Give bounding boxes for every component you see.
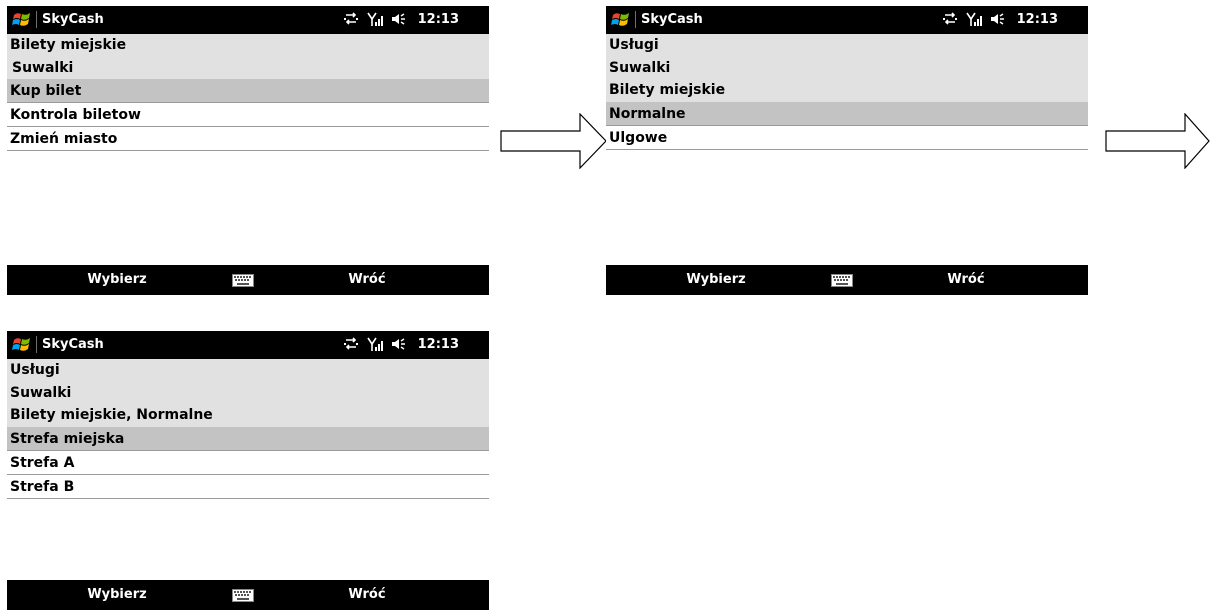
screen-1: SkyCash 12:13 Bilety miejskie Suwalki Ku…	[7, 6, 489, 152]
clock: 12:13	[417, 11, 459, 27]
screen-3: SkyCash 12:13 Usługi Suwalki Bilety miej…	[7, 331, 489, 499]
header-line: Bilety miejskie	[606, 79, 1088, 102]
signal-strength-icon	[366, 12, 383, 26]
softkey-right-button[interactable]: Wróć	[257, 272, 477, 287]
header-line: Suwalki	[606, 56, 1088, 80]
title-separator	[635, 11, 636, 28]
header-line: Suwalki	[7, 56, 489, 80]
clock: 12:13	[417, 336, 459, 352]
windows-flag-icon[interactable]	[611, 10, 631, 30]
header-line: Usługi	[7, 359, 489, 382]
menu-item[interactable]: Zmień miasto	[7, 127, 489, 152]
menu-item[interactable]: Strefa A	[7, 450, 489, 475]
sync-arrows-icon	[942, 12, 957, 25]
app-title: SkyCash	[42, 12, 104, 27]
title-bar: SkyCash 12:13	[7, 6, 489, 34]
keyboard-icon[interactable]	[831, 274, 853, 287]
keyboard-icon[interactable]	[232, 589, 254, 602]
title-separator	[36, 11, 37, 28]
windows-flag-icon[interactable]	[12, 10, 32, 30]
menu-item-selected[interactable]: Normalne	[606, 101, 1088, 126]
windows-flag-icon[interactable]	[12, 335, 32, 355]
status-icons[interactable]: 12:13	[343, 11, 459, 27]
softkey-bar: Wybierz Wróć	[606, 265, 1088, 295]
sync-arrows-icon	[343, 12, 358, 25]
softkey-right-button[interactable]: Wróć	[257, 587, 477, 602]
title-bar: SkyCash 12:13	[7, 331, 489, 359]
menu-item[interactable]: Ulgowe	[606, 125, 1088, 150]
status-icons[interactable]: 12:13	[343, 336, 459, 352]
softkey-left-button[interactable]: Wybierz	[7, 272, 227, 287]
speaker-icon	[391, 338, 405, 350]
clock: 12:13	[1016, 11, 1058, 27]
signal-strength-icon	[965, 12, 982, 26]
menu-item[interactable]: Strefa B	[7, 474, 489, 499]
sync-arrows-icon	[343, 337, 358, 350]
header-line: Suwalki	[7, 381, 489, 405]
screen-2: SkyCash 12:13 Usługi Suwalki Bilety miej…	[606, 6, 1088, 150]
header-line: Bilety miejskie	[7, 34, 489, 57]
softkey-bar: Wybierz Wróć	[7, 580, 489, 610]
header-line: Usługi	[606, 34, 1088, 57]
speaker-icon	[990, 13, 1004, 25]
softkey-bar: Wybierz Wróć	[7, 265, 489, 295]
header-line: Bilety miejskie, Normalne	[7, 404, 489, 427]
app-title: SkyCash	[641, 12, 703, 27]
app-title: SkyCash	[42, 337, 104, 352]
softkey-left-button[interactable]: Wybierz	[7, 587, 227, 602]
signal-strength-icon	[366, 337, 383, 351]
speaker-icon	[391, 13, 405, 25]
status-icons[interactable]: 12:13	[942, 11, 1058, 27]
keyboard-icon[interactable]	[232, 274, 254, 287]
title-separator	[36, 336, 37, 353]
menu-item-selected[interactable]: Strefa miejska	[7, 426, 489, 451]
right-arrow-icon	[1105, 113, 1210, 169]
softkey-right-button[interactable]: Wróć	[856, 272, 1076, 287]
menu-item-selected[interactable]: Kup bilet	[7, 79, 489, 104]
menu-item[interactable]: Kontrola biletow	[7, 103, 489, 128]
right-arrow-icon	[500, 113, 607, 169]
softkey-left-button[interactable]: Wybierz	[606, 272, 826, 287]
title-bar: SkyCash 12:13	[606, 6, 1088, 34]
